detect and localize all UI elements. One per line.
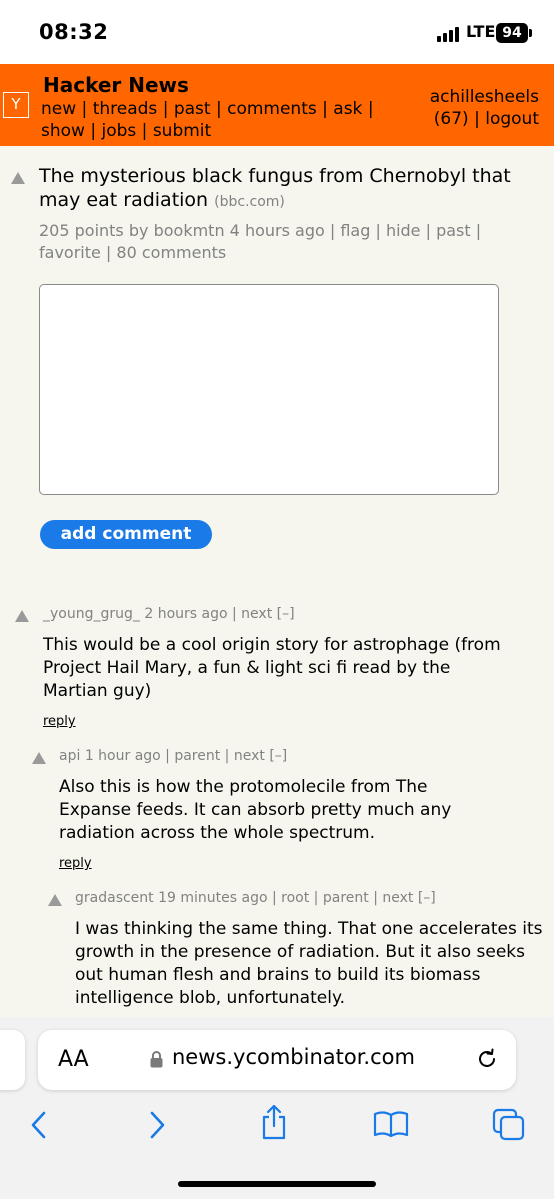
user-box: achillesheels (67) | logout — [399, 86, 539, 130]
comments-link[interactable]: 80 comments — [116, 243, 226, 262]
nav-submit[interactable]: submit — [153, 121, 211, 141]
forward-icon[interactable] — [146, 1110, 168, 1140]
nav-links: new | threads | past | comments | ask | … — [41, 99, 374, 141]
network-type: LTE — [466, 22, 496, 41]
comment-age[interactable]: 1 hour ago — [85, 748, 161, 764]
nav-past[interactable]: past — [174, 99, 211, 119]
collapse-toggle[interactable]: [–] — [418, 890, 436, 906]
next-link[interactable]: next — [241, 606, 272, 622]
clock: 08:32 — [39, 20, 109, 44]
comment-head: api 1 hour ago | parent | next [–] — [59, 748, 288, 764]
home-indicator — [178, 1181, 376, 1187]
add-comment-button[interactable]: add comment — [40, 520, 212, 549]
comment-head: _young_grug_ 2 hours ago | next [–] — [43, 606, 295, 622]
reply-link[interactable]: reply — [59, 856, 92, 871]
status-bar: 08:32 LTE 94 — [0, 0, 554, 64]
comment-text: Also this is how the protomolecile from … — [59, 777, 452, 843]
share-icon[interactable] — [259, 1104, 289, 1140]
reader-options-button[interactable]: AA — [58, 1047, 89, 1072]
upvote-arrow-icon[interactable] — [11, 172, 25, 184]
nav-ask[interactable]: ask — [333, 99, 362, 119]
root-link[interactable]: root — [281, 890, 309, 906]
hn-header: Y Hacker News new | threads | past | com… — [0, 64, 554, 146]
story-age[interactable]: 4 hours ago — [230, 221, 325, 240]
favorite-link[interactable]: favorite — [39, 243, 101, 262]
reply-link[interactable]: reply — [43, 714, 76, 729]
story-user[interactable]: bookmtn — [154, 221, 225, 240]
url-text[interactable]: news.ycombinator.com — [172, 1045, 415, 1069]
upvote-arrow-icon[interactable] — [48, 894, 62, 906]
story-subtext: 205 points by bookmtn 4 hours ago | flag… — [39, 221, 482, 262]
bookmarks-icon[interactable] — [373, 1110, 409, 1138]
hide-link[interactable]: hide — [386, 221, 421, 240]
previous-tab-preview[interactable] — [0, 1030, 25, 1090]
username-link[interactable]: achillesheels — [399, 86, 539, 108]
upvote-arrow-icon[interactable] — [32, 752, 46, 764]
comment-textarea[interactable] — [39, 284, 499, 495]
logout-link[interactable]: logout — [485, 109, 539, 129]
parent-link[interactable]: parent — [174, 748, 220, 764]
nav-show[interactable]: show — [41, 121, 85, 141]
nav-threads[interactable]: threads — [93, 99, 158, 119]
site-title[interactable]: Hacker News — [43, 73, 189, 97]
battery-icon: 94 — [496, 23, 528, 43]
upvote-arrow-icon[interactable] — [15, 610, 29, 622]
nav-comments[interactable]: comments — [227, 99, 317, 119]
tabs-icon[interactable] — [492, 1108, 526, 1142]
signal-icon — [437, 26, 463, 42]
story-site[interactable]: (bbc.com) — [214, 194, 285, 210]
battery-tip — [529, 29, 532, 37]
comment-age[interactable]: 19 minutes ago — [158, 890, 267, 906]
comment-text: I was thinking the same thing. That one … — [75, 919, 543, 1008]
nav-jobs[interactable]: jobs — [101, 121, 136, 141]
hn-logo[interactable]: Y — [3, 92, 29, 118]
story-by: by — [128, 221, 149, 240]
comment-head: gradascent 19 minutes ago | root | paren… — [75, 890, 436, 906]
lock-icon — [150, 1051, 163, 1068]
comment-user[interactable]: _young_grug_ — [43, 606, 140, 622]
next-link[interactable]: next — [234, 748, 265, 764]
karma: (67) — [433, 109, 469, 129]
comment-user[interactable]: api — [59, 748, 80, 764]
collapse-toggle[interactable]: [–] — [277, 606, 295, 622]
story-points: 205 points — [39, 221, 124, 240]
back-icon[interactable] — [28, 1110, 50, 1140]
flag-link[interactable]: flag — [340, 221, 370, 240]
story-title: The mysterious black fungus from Chernob… — [39, 164, 539, 214]
next-link[interactable]: next — [382, 890, 413, 906]
collapse-toggle[interactable]: [–] — [269, 748, 287, 764]
parent-link[interactable]: parent — [323, 890, 369, 906]
nav-new[interactable]: new — [41, 99, 76, 119]
comment-user[interactable]: gradascent — [75, 890, 154, 906]
past-link[interactable]: past — [436, 221, 471, 240]
reload-icon[interactable] — [475, 1047, 499, 1071]
comment-text: This would be a cool origin story for as… — [43, 635, 501, 701]
comment-age[interactable]: 2 hours ago — [144, 606, 227, 622]
